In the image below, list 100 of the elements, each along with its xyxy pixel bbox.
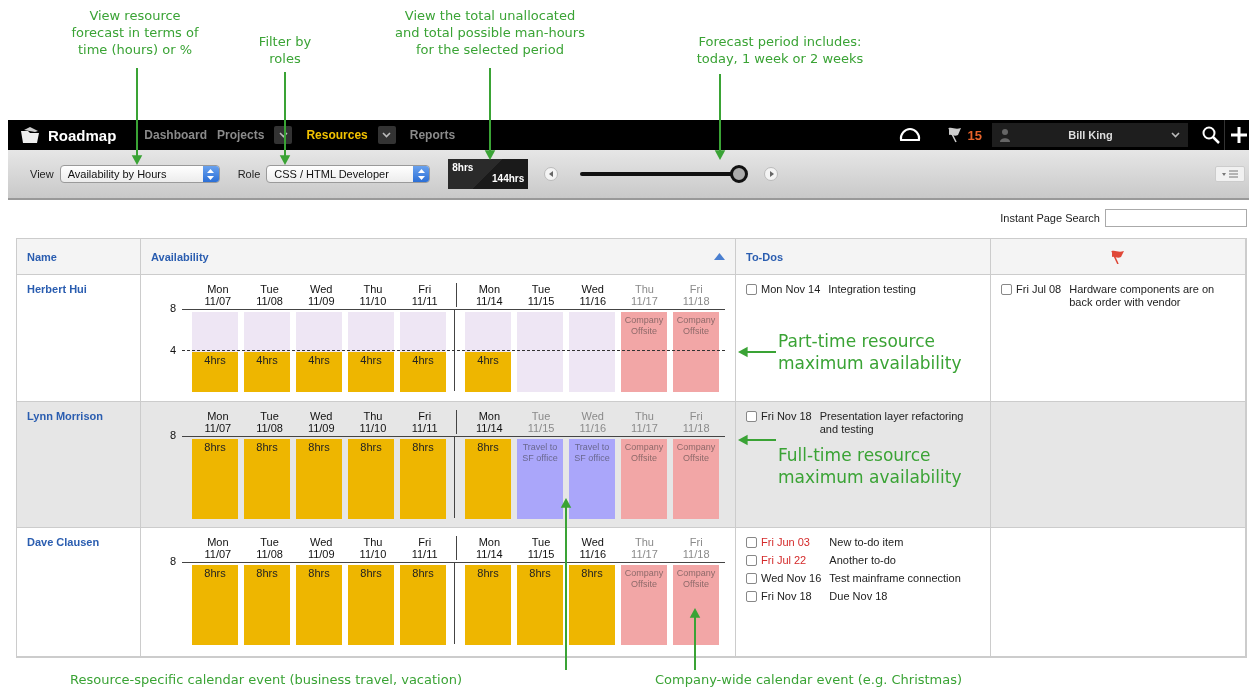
- hours-bar: 8hrs: [348, 439, 394, 519]
- view-select[interactable]: Availability by Hours: [59, 165, 220, 183]
- list-menu-icon: [1222, 170, 1238, 178]
- calendar-event-bar: Company Offsite: [673, 312, 719, 392]
- date-label: 11/09: [307, 295, 335, 307]
- weekday-label: Wed: [310, 410, 333, 422]
- date-label: 11/10: [359, 548, 387, 560]
- callout-text: View resource forecast in terms of time (hours) or %: [71, 8, 199, 59]
- flagged-checkbox[interactable]: [1001, 284, 1012, 295]
- nav-tab[interactable]: Reports: [409, 128, 456, 142]
- period-slider-thumb[interactable]: [730, 165, 749, 183]
- resource-name-link[interactable]: Dave Clausen: [27, 536, 100, 548]
- todo-checkbox[interactable]: [746, 411, 757, 422]
- weekday-label: Wed: [310, 283, 333, 295]
- resource-name-link[interactable]: Herbert Hui: [27, 283, 87, 295]
- date-label: 11/18: [682, 422, 710, 434]
- search-field[interactable]: [1105, 209, 1247, 227]
- hours-bar: 8hrs: [569, 565, 615, 645]
- callout-text: Filter by roles: [258, 34, 312, 68]
- hours-bar: 8hrs: [192, 565, 238, 645]
- nav-tab[interactable]: Dashboard: [144, 128, 208, 142]
- folder-logo-icon: [20, 126, 42, 144]
- callout-text: Part-time resource maximum availability: [778, 330, 962, 375]
- weekday-label: Wed: [581, 283, 604, 295]
- weekday-label: Tue: [531, 536, 551, 548]
- weekday-label: Fri: [418, 283, 432, 295]
- weekday-label: Thu: [635, 410, 654, 422]
- plus-icon: [1231, 127, 1247, 143]
- date-label: 11/11: [411, 295, 438, 307]
- callout-text: Forecast period includes: today, 1 week or 2 weeks: [696, 34, 864, 68]
- calendar-event-bar: Company Offsite: [621, 312, 667, 392]
- todo-checkbox[interactable]: [746, 555, 757, 566]
- previous-button[interactable]: [544, 167, 559, 181]
- app-logo-text: Roadmap: [48, 126, 117, 144]
- todo-date: Fri Jun 03: [761, 536, 811, 548]
- date-label: 11/08: [256, 422, 283, 434]
- hours-bar: 8hrs: [465, 439, 511, 519]
- date-label: 11/14: [476, 295, 503, 307]
- todo-checkbox[interactable]: [746, 573, 757, 584]
- hours-bar: 4hrs: [192, 352, 238, 392]
- date-label: 11/09: [307, 422, 335, 434]
- user-menu-button[interactable]: Bill King: [992, 123, 1188, 147]
- date-label: 11/07: [204, 422, 232, 434]
- hours-bar: 4hrs: [465, 352, 511, 392]
- weekday-label: Tue: [260, 283, 279, 295]
- sort-ascending-icon[interactable]: [714, 253, 725, 260]
- date-label: 11/08: [256, 548, 283, 560]
- unallocated-hours: 8hrs: [452, 162, 475, 173]
- nav-tab[interactable]: Projects: [217, 128, 265, 142]
- todo-checkbox[interactable]: [746, 284, 757, 295]
- hours-bar: 8hrs: [400, 439, 446, 519]
- hours-bar: 8hrs: [192, 439, 238, 519]
- callout-text: Full-time resource maximum availability: [778, 444, 962, 489]
- hours-bar: 8hrs: [244, 565, 290, 645]
- hours-bar: 4hrs: [400, 352, 446, 392]
- hours-bar: 8hrs: [348, 565, 394, 645]
- period-slider-track[interactable]: [580, 165, 749, 183]
- column-header-link[interactable]: To-Dos: [746, 250, 784, 263]
- view-label: View: [30, 168, 54, 180]
- column-header-link[interactable]: Name: [27, 250, 57, 263]
- flagged-date: Fri Jul 08: [1016, 283, 1063, 295]
- todo-checkbox[interactable]: [746, 591, 757, 602]
- date-label: 11/18: [682, 295, 710, 307]
- todo-checkbox[interactable]: [746, 537, 757, 548]
- weekday-label: Wed: [581, 536, 604, 548]
- date-label: 11/15: [527, 548, 555, 560]
- hours-bar: 4hrs: [244, 352, 290, 392]
- stepper-icon: [417, 168, 425, 180]
- next-button[interactable]: [764, 167, 779, 181]
- todo-text: Another to-do: [829, 554, 897, 567]
- todo-date: Wed Nov 16: [761, 572, 823, 584]
- calendar-event-bar: Company Offsite: [621, 565, 667, 645]
- right-triangle-icon: [768, 171, 774, 177]
- weekday-label: Wed: [581, 410, 604, 422]
- calendar-event-bar: Company Offsite: [673, 565, 719, 645]
- chevron-icon: [278, 132, 288, 138]
- role-select[interactable]: CSS / HTML Developer: [266, 165, 431, 183]
- weekday-label: Tue: [260, 410, 279, 422]
- date-label: 11/16: [579, 295, 607, 307]
- date-label: 11/10: [359, 295, 387, 307]
- column-header-link[interactable]: Availability: [151, 250, 209, 263]
- date-label: 11/09: [307, 548, 335, 560]
- hours-bar: 8hrs: [296, 565, 342, 645]
- nav-tab[interactable]: Resources: [306, 128, 368, 142]
- date-label: 11/10: [359, 422, 387, 434]
- resource-name-link[interactable]: Lynn Morrison: [27, 410, 103, 422]
- calendar-event-bar: Company Offsite: [673, 439, 719, 519]
- flag-icon: [1110, 249, 1126, 264]
- weekday-label: Wed: [310, 536, 333, 548]
- date-label: 11/16: [579, 548, 607, 560]
- todo-text: Integration testing: [828, 283, 917, 296]
- date-label: 11/17: [631, 548, 658, 560]
- date-label: 11/15: [527, 422, 555, 434]
- weekday-label: Fri: [418, 536, 432, 548]
- date-label: 11/16: [579, 422, 607, 434]
- calendar-event-bar: Company Offsite: [621, 439, 667, 519]
- nav-dropdown-button[interactable]: [377, 126, 396, 144]
- hours-bar: 8hrs: [296, 439, 342, 519]
- weekday-label: Tue: [260, 536, 279, 548]
- list-menu-button[interactable]: [1215, 166, 1245, 182]
